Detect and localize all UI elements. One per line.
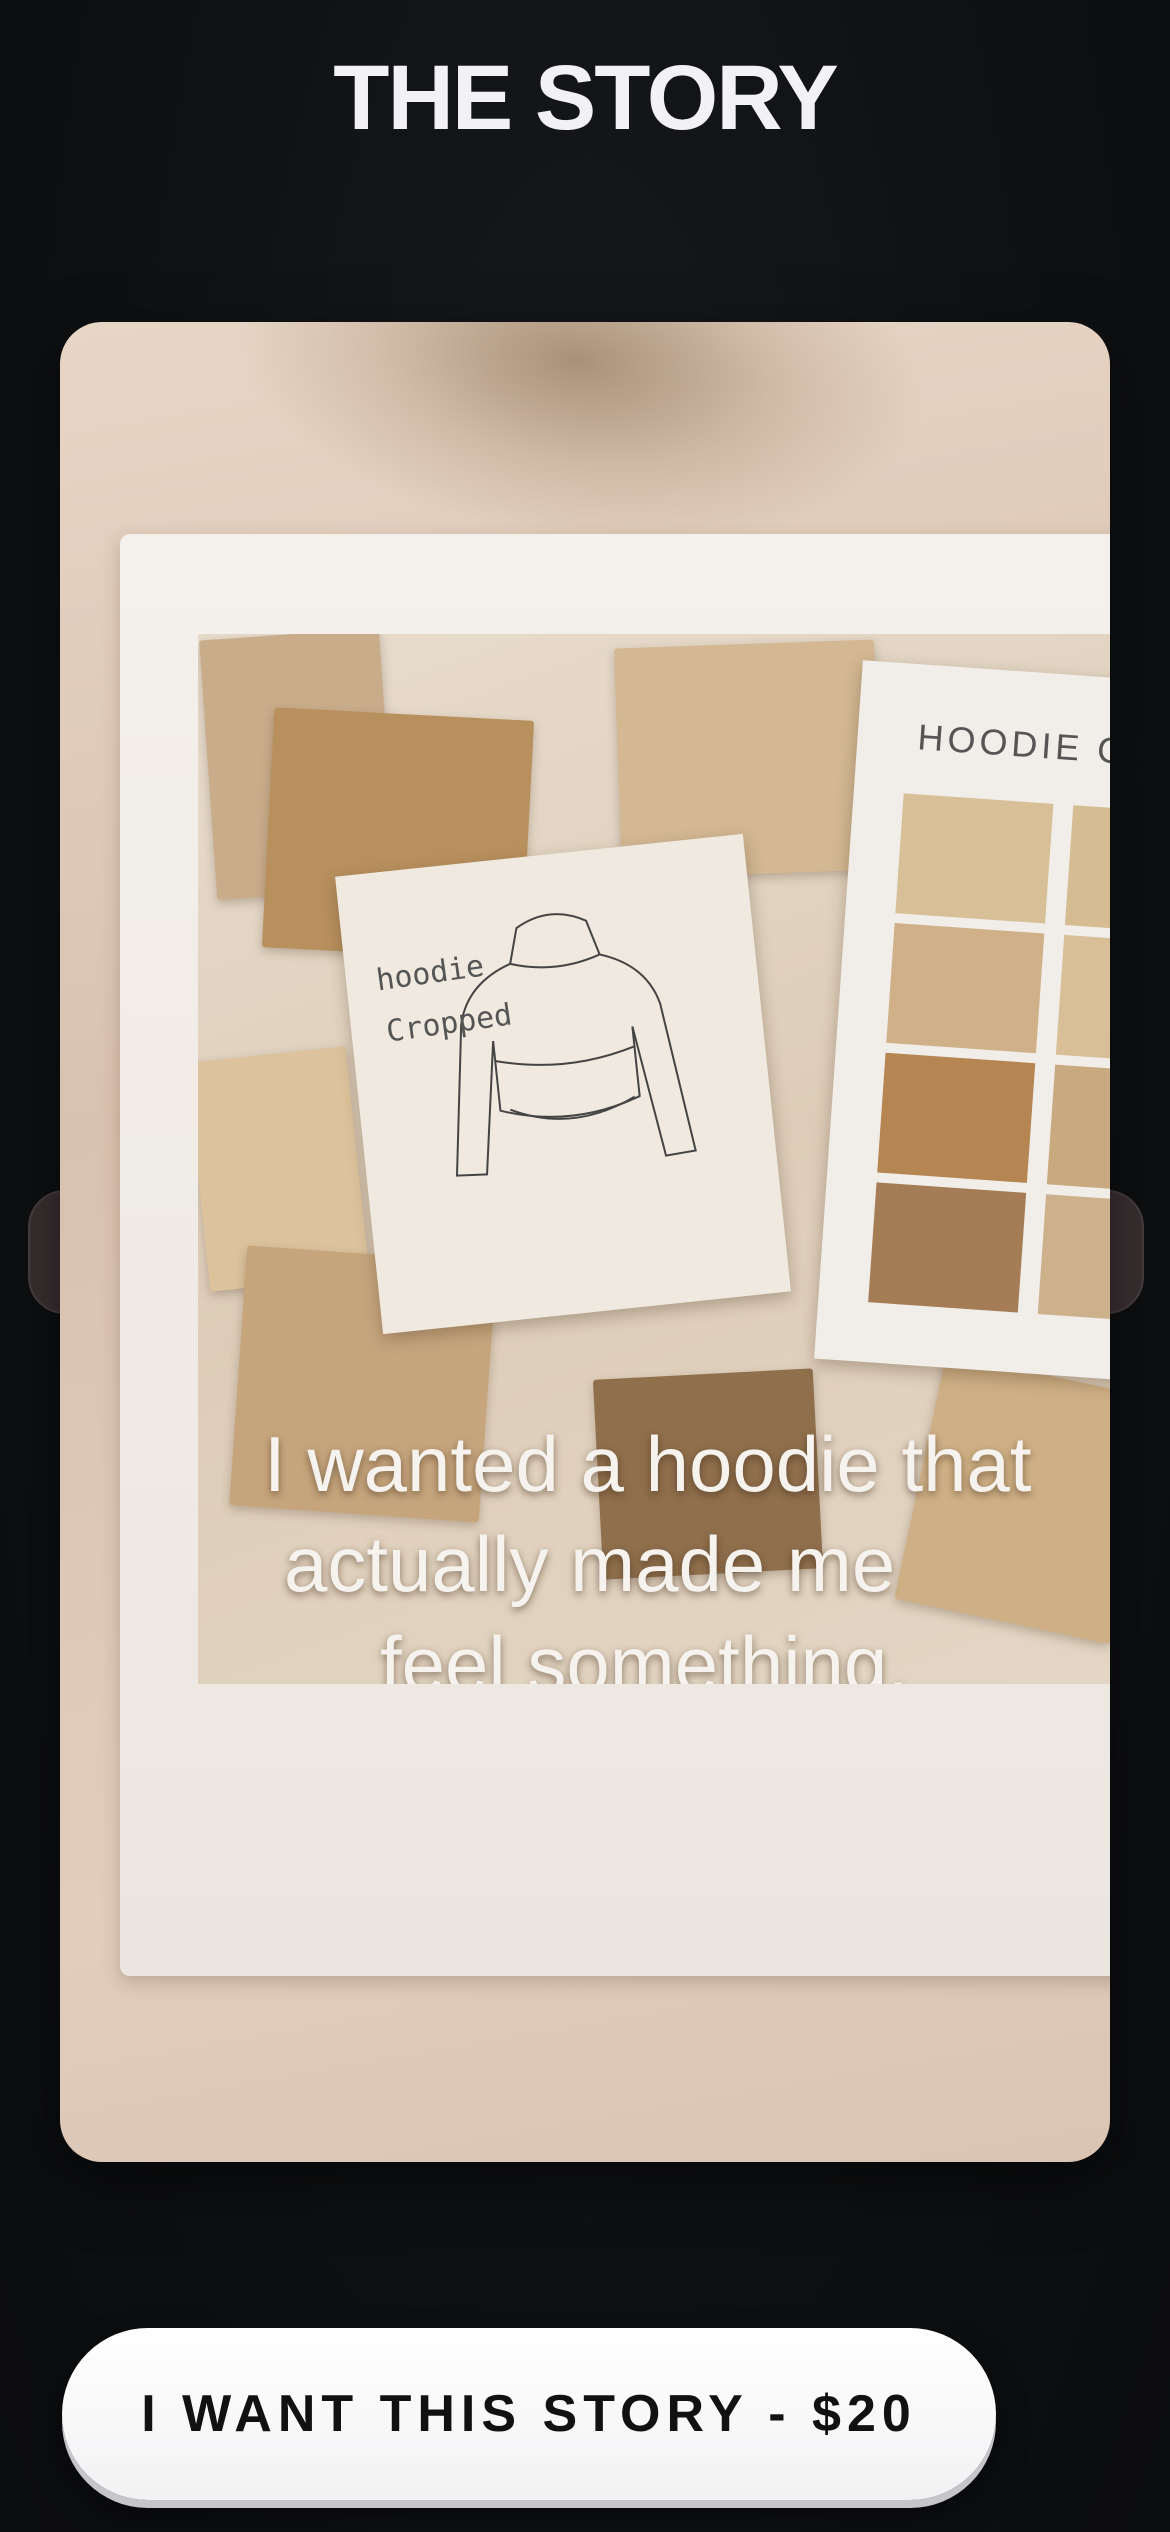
polaroid-frame: hoodie Cropped HOODIE C I wanted a hoodi…	[120, 534, 1110, 1976]
palette-chip	[895, 793, 1054, 924]
page-title: THE STORY	[333, 47, 838, 149]
palette-chip	[877, 1052, 1036, 1183]
palette-chip	[1046, 1064, 1110, 1195]
palette-chip	[868, 1182, 1027, 1313]
palette-chip	[886, 923, 1045, 1054]
story-caption: I wanted a hoodie that actually made me …	[198, 1414, 1110, 1684]
palette-title: HOODIE C	[916, 716, 1110, 772]
story-card[interactable]: hoodie Cropped HOODIE C I wanted a hoodi…	[60, 322, 1110, 2162]
palette-chip	[1055, 934, 1110, 1066]
hoodie-sketch-card	[335, 833, 791, 1335]
buy-story-button[interactable]: I WANT THIS STORY - $20	[62, 2328, 996, 2500]
palette-chip	[1037, 1194, 1110, 1325]
palette-chip	[1064, 805, 1110, 936]
hoodie-sketch-icon	[455, 913, 697, 1177]
story-photo: hoodie Cropped HOODIE C I wanted a hoodi…	[198, 634, 1110, 1684]
color-palette-card: HOODIE C	[814, 660, 1110, 1388]
caption-line: feel something.	[380, 1620, 909, 1684]
caption-line: I wanted a hoodie that	[264, 1420, 1032, 1508]
caption-line: actually made me	[284, 1520, 896, 1608]
